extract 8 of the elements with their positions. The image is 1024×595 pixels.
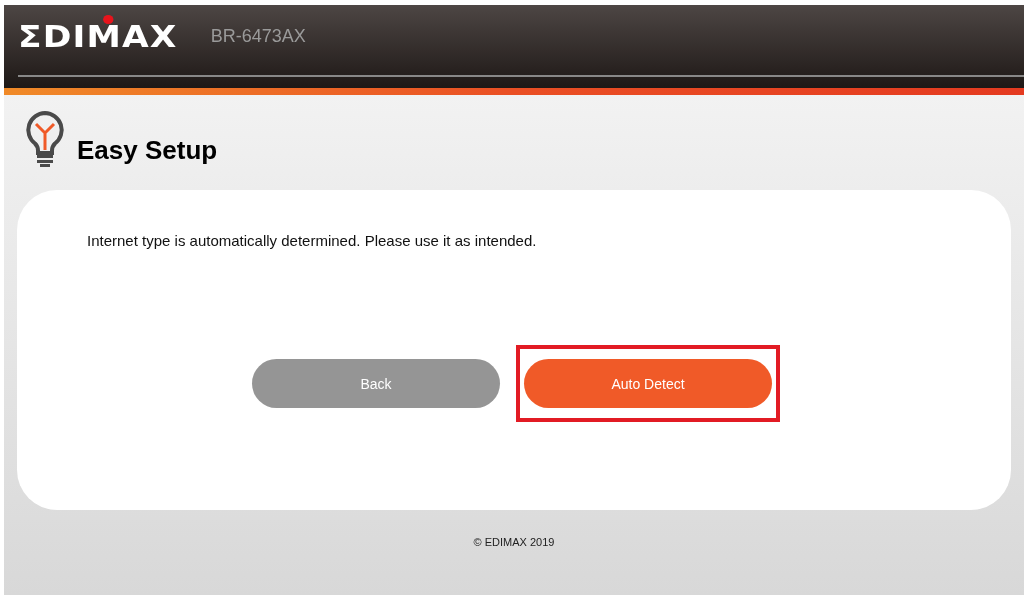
- lightbulb-icon: [25, 110, 65, 168]
- page-title: Easy Setup: [77, 135, 218, 166]
- model-name: BR-6473AX: [210, 25, 306, 47]
- logo: ΣDIMAX: [18, 18, 178, 54]
- message-text: Internet type is automatically determined. Please use it as intended.: [87, 232, 538, 249]
- copyright-text: © EDIMAX 2019: [472, 536, 556, 548]
- action-button[interactable]: Back: [252, 359, 500, 408]
- action-button[interactable]: Auto Detect: [524, 359, 772, 408]
